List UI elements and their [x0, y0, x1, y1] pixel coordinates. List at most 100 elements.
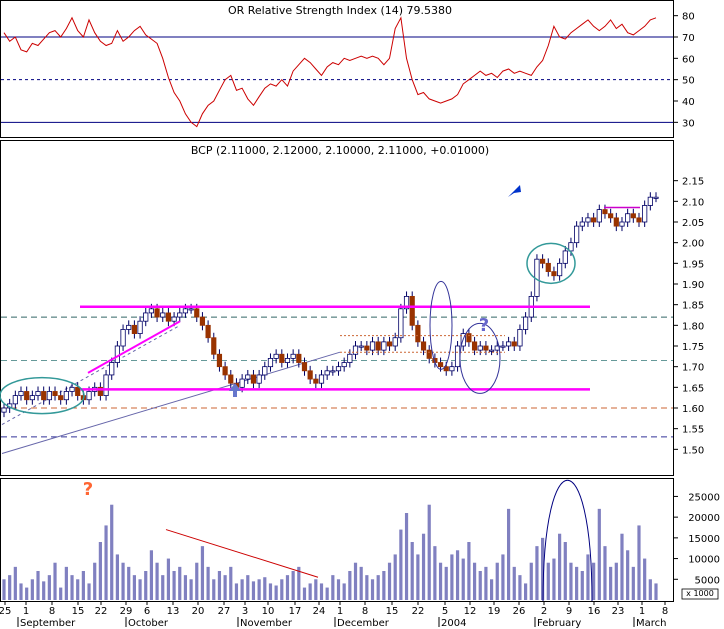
volume-bar: [274, 585, 278, 600]
volume-tick-label: 10000: [688, 555, 720, 566]
volume-bar: [81, 571, 85, 600]
volume-bar: [325, 587, 329, 600]
volume-bar: [98, 542, 102, 600]
candle-body: [483, 345, 489, 351]
candle-body: [63, 391, 69, 401]
volume-bar: [13, 566, 17, 600]
x-day-label: 15: [386, 606, 399, 617]
price-tick-label: 1.90: [682, 280, 704, 291]
volume-bar: [47, 575, 51, 600]
volume-bar: [285, 575, 290, 600]
volume-bar: [280, 579, 284, 600]
volume-bar: [342, 583, 346, 600]
rsi-tick-label: 80: [682, 12, 695, 23]
volume-bar: [365, 575, 369, 600]
candle-body: [109, 362, 115, 376]
candle-body: [392, 337, 398, 347]
x-day-label: 22: [95, 606, 108, 617]
candle-body: [137, 320, 143, 335]
candle-body: [540, 258, 546, 264]
candle-body: [409, 295, 415, 326]
volume-bar: [348, 571, 352, 600]
volume-bar: [654, 583, 658, 600]
volume-bar: [410, 542, 414, 600]
volume-bar: [195, 562, 199, 600]
volume-bar: [268, 583, 273, 600]
price-tick-label: 1.75: [682, 342, 704, 353]
candle-body: [437, 362, 444, 368]
candle-body: [29, 395, 35, 401]
volume-bar: [70, 575, 74, 600]
candle-body: [12, 395, 18, 405]
candle-body: [420, 341, 427, 351]
volume-bar: [132, 575, 136, 600]
candle-body: [466, 333, 472, 343]
volume-bar: [172, 571, 176, 600]
volume-bar: [393, 554, 397, 600]
volume-bar: [609, 566, 613, 600]
volume-bar: [138, 579, 142, 600]
x-day-label: 15: [72, 606, 85, 617]
volume-bar: [121, 562, 125, 600]
volume-bar: [166, 558, 171, 600]
candle-body: [375, 341, 381, 351]
candle-body: [52, 391, 58, 397]
candle-body: [290, 353, 296, 359]
candle-body: [284, 357, 291, 363]
volume-bar: [575, 566, 579, 600]
candle-body: [511, 341, 517, 347]
candle-body: [324, 370, 330, 376]
volume-bar: [399, 529, 403, 600]
volume-bar: [455, 550, 460, 600]
price-tick-label: 2.00: [682, 239, 704, 250]
volume-bar: [597, 508, 601, 600]
volume-bar: [206, 566, 210, 600]
volume-tick-label: 5000: [695, 575, 720, 586]
candle-body: [154, 308, 160, 318]
x-day-label: 19: [488, 606, 501, 617]
candle-body: [574, 225, 580, 244]
volume-bar: [314, 579, 318, 600]
candle-body: [449, 366, 455, 372]
price-panel-frame: [0, 140, 674, 476]
volume-bar: [472, 562, 477, 600]
candle-body: [148, 308, 155, 314]
candle-body: [352, 345, 359, 355]
volume-bar: [336, 579, 341, 600]
candle-body: [596, 209, 602, 223]
volume-bar: [433, 546, 437, 600]
candle-body: [69, 386, 75, 392]
candle-body: [199, 316, 206, 326]
x-day-label: 1: [23, 606, 29, 617]
price-title: BCP (2.11000, 2.12000, 2.10000, 2.11000,…: [191, 144, 489, 157]
volume-bar: [183, 575, 188, 600]
volume-bar: [438, 562, 443, 600]
volume-bar: [631, 566, 635, 600]
price-tick-label: 2.10: [682, 197, 704, 208]
candle-body: [500, 345, 506, 348]
volume-bar: [144, 571, 148, 600]
volume-bar: [626, 550, 630, 600]
volume-tick-label: 20000: [688, 513, 720, 524]
price-tick-label: 1.85: [682, 301, 704, 312]
volume-question-mark: ?: [83, 479, 93, 500]
x-month-label: 2004: [441, 618, 466, 629]
candle-body: [211, 337, 217, 355]
volume-bar: [149, 550, 154, 600]
x-day-label: 27: [218, 606, 231, 617]
volume-bar: [529, 562, 533, 600]
x-month-label: December: [337, 618, 390, 629]
x-day-label: 13: [167, 606, 180, 617]
volume-bar: [189, 579, 193, 600]
volume-bar: [223, 575, 227, 600]
candle-body: [602, 209, 608, 215]
volume-bar: [637, 525, 641, 600]
price-tick-label: 1.80: [682, 321, 704, 332]
volume-bar: [495, 562, 499, 600]
candle-body: [41, 391, 47, 401]
volume-bar: [512, 566, 516, 600]
candle-body: [86, 391, 92, 401]
volume-unit-label: x 1000: [686, 589, 714, 598]
x-day-label: 12: [464, 606, 477, 617]
candle-body: [477, 345, 483, 351]
